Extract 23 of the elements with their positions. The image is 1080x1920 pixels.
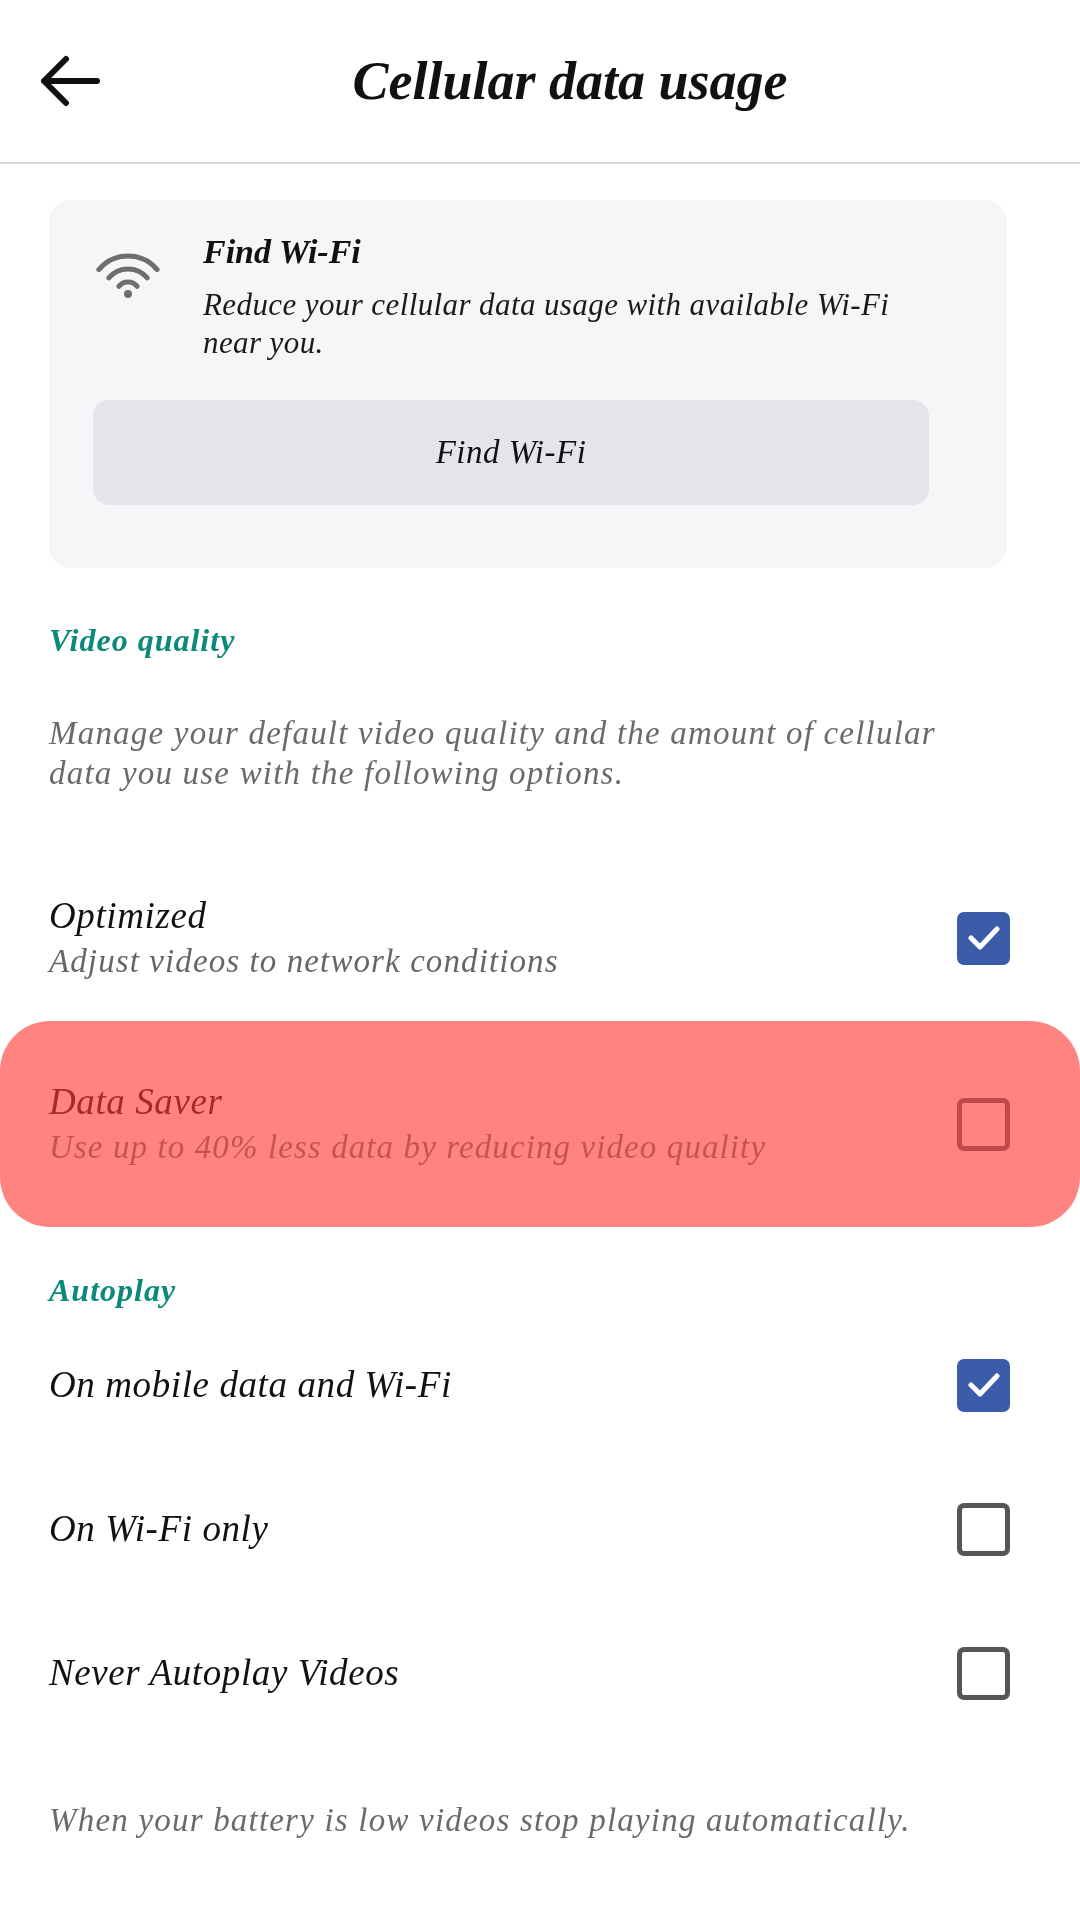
option-label: On mobile data and Wi-Fi (49, 1363, 452, 1407)
checkbox[interactable] (957, 1358, 1010, 1412)
checkbox[interactable] (957, 1502, 1010, 1556)
checkmark-icon (967, 1373, 1000, 1397)
footer-note: When your battery is low videos stop playing automatically. (49, 1801, 912, 1840)
checkbox[interactable] (957, 1097, 1010, 1151)
find-wifi-button[interactable]: Find Wi-Fi (93, 400, 929, 505)
option-label: Never Autoplay Videos (49, 1651, 400, 1695)
page-title: Cellular data usage (352, 50, 788, 112)
section-description: Manage your default video quality and the amount of cellular data you use with the following options. (49, 714, 937, 793)
option-label: Data Saver (49, 1080, 223, 1124)
section-heading: Video quality (49, 622, 236, 658)
checkbox[interactable] (957, 1646, 1010, 1700)
section-heading: Autoplay (49, 1272, 177, 1308)
card-title: Find Wi-Fi (203, 232, 361, 272)
back-arrow-icon[interactable] (40, 55, 100, 107)
card-description: Reduce your cellular data usage with available Wi-Fi near you. (203, 286, 891, 362)
option-description: Adjust videos to network conditions (49, 942, 559, 981)
option-label: Optimized (49, 894, 207, 938)
option-description: Use up to 40% less data by reducing video quality (49, 1128, 767, 1167)
option-label: On Wi-Fi only (49, 1507, 269, 1551)
checkmark-icon (967, 926, 1000, 950)
checkbox[interactable] (957, 911, 1010, 965)
